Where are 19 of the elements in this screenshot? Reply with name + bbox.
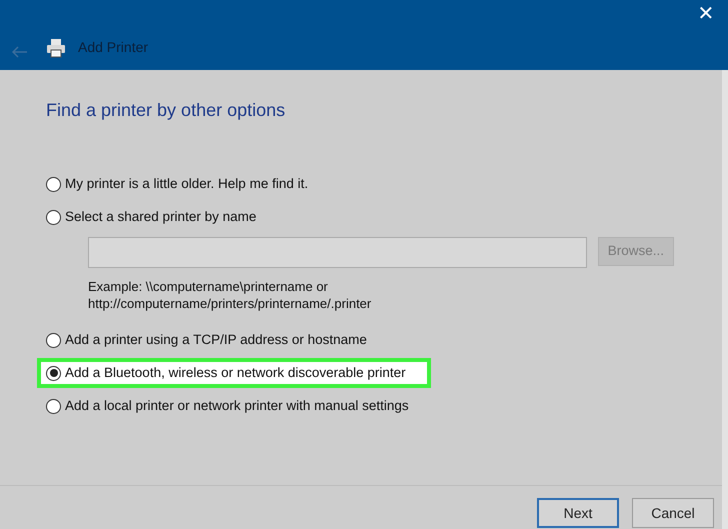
page-heading: Find a printer by other options [46, 99, 286, 121]
window-title: Add Printer [78, 38, 148, 57]
example-text: Example: \\computername\printername or [88, 278, 329, 294]
close-button[interactable]: ✕ [692, 2, 720, 26]
printer-icon [46, 38, 66, 58]
radio-button[interactable] [46, 398, 61, 414]
radio-option[interactable]: Add a local printer or network printer with manual settings [46, 395, 413, 417]
example-text: http://computername/printers/printername/.printer [88, 295, 372, 311]
radio-option[interactable]: My printer is a little older. Help me find it. [46, 173, 312, 195]
radio-button[interactable] [46, 210, 61, 224]
dialog-button[interactable]: Cancel [632, 498, 714, 528]
dialog-button[interactable]: Next [537, 498, 619, 528]
radio-option[interactable]: Add a printer using a TCP/IP address or hostname [46, 329, 371, 351]
radio-button[interactable] [46, 332, 61, 348]
radio-option[interactable]: Select a shared printer by name [46, 206, 260, 228]
radio-option[interactable]: Add a Bluetooth, wireless or network discoverable printer [41, 362, 427, 384]
printer-name-field[interactable] [88, 237, 587, 268]
radio-button[interactable] [46, 176, 61, 192]
radio-button[interactable] [46, 366, 61, 380]
